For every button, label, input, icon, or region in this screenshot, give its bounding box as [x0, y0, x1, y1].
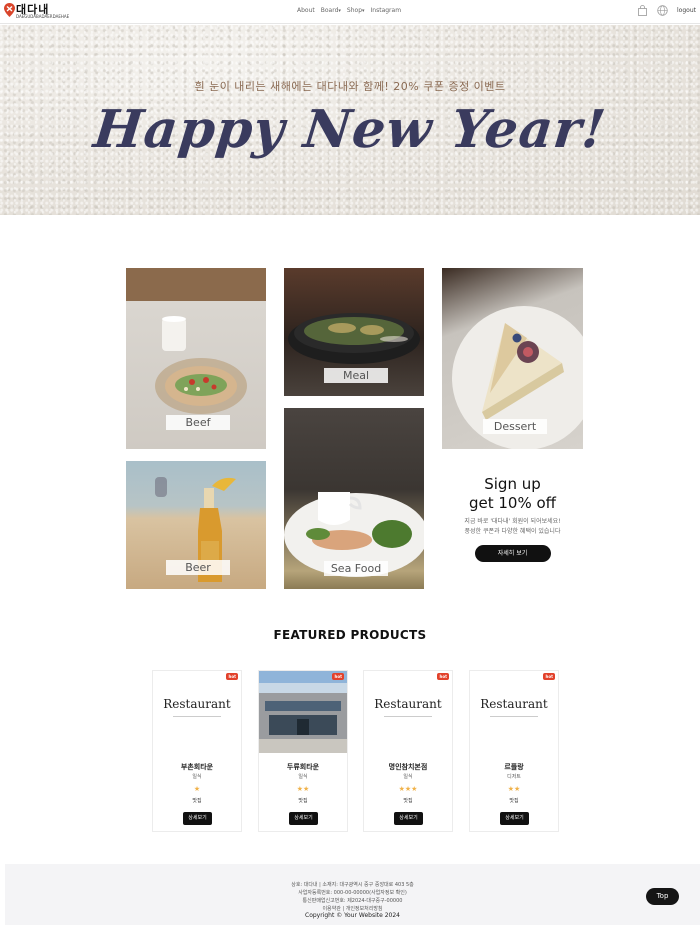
logo-divider — [384, 716, 432, 718]
star-rating-icon: ★★★ — [398, 785, 418, 793]
shopping-bag-icon[interactable] — [637, 5, 648, 16]
product-name: 명인참치본점 — [388, 763, 428, 771]
product-tag: 맛집 — [403, 798, 413, 804]
restaurant-logo: Restaurant — [163, 697, 231, 711]
hero-subtitle: 흰 눈이 내리는 새해에는 대다내와 함께! 20% 쿠폰 증정 이벤트 — [194, 80, 506, 93]
details-button[interactable]: 상세보기 — [394, 812, 423, 825]
nav-instagram[interactable]: Instagram — [371, 7, 402, 14]
nav-board[interactable]: Board▾ — [321, 7, 341, 14]
footer-line-address: 상호: 대다내 | 소재지: 대구광역시 중구 중앙대로 403 5층 — [291, 882, 414, 888]
product-name: 르플랑 — [504, 763, 524, 771]
chevron-down-icon: ▾ — [362, 8, 365, 14]
category-label-dessert: Dessert — [483, 419, 547, 434]
logout-link[interactable]: logout — [677, 7, 696, 14]
signup-desc-line1: 지금 바로 '대다내' 회원이 되어보세요! — [464, 518, 561, 525]
signup-heading-line2: get 10% off — [468, 494, 557, 512]
details-button[interactable]: 상세보기 — [289, 812, 318, 825]
nav-shop-label: Shop — [346, 7, 362, 14]
signup-promo: Sign up get 10% off 지금 바로 '대다내' 회원이 되어보세… — [442, 475, 583, 562]
main-nav: About Board▾ Shop▾ Instagram — [297, 7, 401, 14]
product-card[interactable]: Restaurant hot 부촌회타운 일식 ★ 맛집 상세보기 — [152, 670, 242, 832]
details-button[interactable]: 상세보기 — [500, 812, 529, 825]
restaurant-building-photo — [259, 671, 347, 753]
star-rating-icon: ★ — [193, 785, 201, 793]
product-category: 일식 — [298, 774, 308, 780]
product-tag: 맛집 — [298, 798, 308, 804]
nav-shop[interactable]: Shop▾ — [347, 7, 365, 14]
hero-title: Happy New Year! — [90, 99, 610, 160]
star-rating-icon: ★★ — [507, 785, 521, 793]
star-rating-icon: ★★ — [296, 785, 310, 793]
restaurant-logo: Restaurant — [480, 697, 548, 711]
hot-badge: hot — [226, 673, 238, 680]
category-label-beer: Beer — [166, 560, 230, 575]
site-footer: 상호: 대다내 | 소재지: 대구광역시 중구 중앙대로 403 5층 사업자등… — [5, 864, 700, 925]
footer-business-info: 상호: 대다내 | 소재지: 대구광역시 중구 중앙대로 403 5층 사업자등… — [5, 881, 700, 913]
restaurant-logo: Restaurant — [374, 697, 442, 711]
hot-badge: hot — [543, 673, 555, 680]
footer-line-sales-report: 통신판매업신고번호: 제2024-대구중구-00000 — [302, 898, 403, 904]
chevron-down-icon: ▾ — [338, 8, 341, 14]
category-tile-beef[interactable]: Beef — [126, 268, 266, 449]
logo-subtext: DAEGUDABADAERDAEHAE — [16, 14, 70, 19]
category-tile-seafood[interactable]: Sea Food — [284, 408, 424, 589]
hero-banner: 흰 눈이 내리는 새해에는 대다내와 함께! 20% 쿠폰 증정 이벤트 Hap… — [0, 25, 700, 215]
scroll-top-button[interactable]: Top — [646, 888, 679, 905]
signup-desc-line2: 풍성한 쿠폰과 다양한 혜택이 있습니다 — [464, 528, 561, 535]
site-logo[interactable]: 대다내 DAEGUDABADAERDAEHAE — [4, 2, 69, 22]
product-name: 두류회타운 — [286, 763, 320, 771]
hot-badge: hot — [437, 673, 449, 680]
category-tile-beer[interactable]: Beer — [126, 461, 266, 589]
signup-heading-line1: Sign up — [484, 475, 541, 493]
category-tile-dessert[interactable]: Dessert — [442, 268, 583, 449]
featured-products-heading: FEATURED PRODUCTS — [273, 628, 427, 642]
nav-board-label: Board — [320, 7, 339, 14]
product-card[interactable]: hot 두류회타운 일식 ★★ 맛집 상세보기 — [258, 670, 348, 832]
category-label-meal: Meal — [324, 368, 388, 383]
product-category: 디저트 — [507, 774, 521, 780]
product-category: 일식 — [192, 774, 202, 780]
hot-badge: hot — [332, 673, 344, 680]
product-card[interactable]: Restaurant hot 명인참치본점 일식 ★★★ 맛집 상세보기 — [363, 670, 453, 832]
signup-description: 지금 바로 '대다내' 회원이 되어보세요! 풍성한 쿠폰과 다양한 혜택이 있… — [442, 517, 583, 537]
product-tag: 맛집 — [192, 798, 202, 804]
globe-icon[interactable] — [657, 5, 668, 16]
top-header: 대다내 DAEGUDABADAERDAEHAE About Board▾ Sho… — [0, 0, 700, 24]
signup-details-button[interactable]: 자세히 보기 — [474, 545, 551, 562]
category-label-seafood: Sea Food — [324, 561, 388, 576]
product-card[interactable]: Restaurant hot 르플랑 디저트 ★★ 맛집 상세보기 — [469, 670, 559, 832]
map-pin-icon — [4, 3, 15, 17]
logo-divider — [173, 716, 221, 718]
logo-divider — [490, 716, 538, 718]
footer-line-business-number[interactable]: 사업자등록번호: 000-00-00000(사업자정보 확인) — [5, 889, 700, 897]
category-tile-meal[interactable]: Meal — [284, 268, 424, 396]
header-actions: logout — [637, 5, 696, 16]
details-button[interactable]: 상세보기 — [183, 812, 212, 825]
nav-about[interactable]: About — [297, 7, 315, 14]
product-name: 부촌회타운 — [180, 763, 214, 771]
footer-copyright: Copyright © Your Website 2024 — [305, 912, 400, 919]
category-label-beef: Beef — [166, 415, 230, 430]
product-tag: 맛집 — [509, 798, 519, 804]
product-category: 일식 — [403, 774, 413, 780]
